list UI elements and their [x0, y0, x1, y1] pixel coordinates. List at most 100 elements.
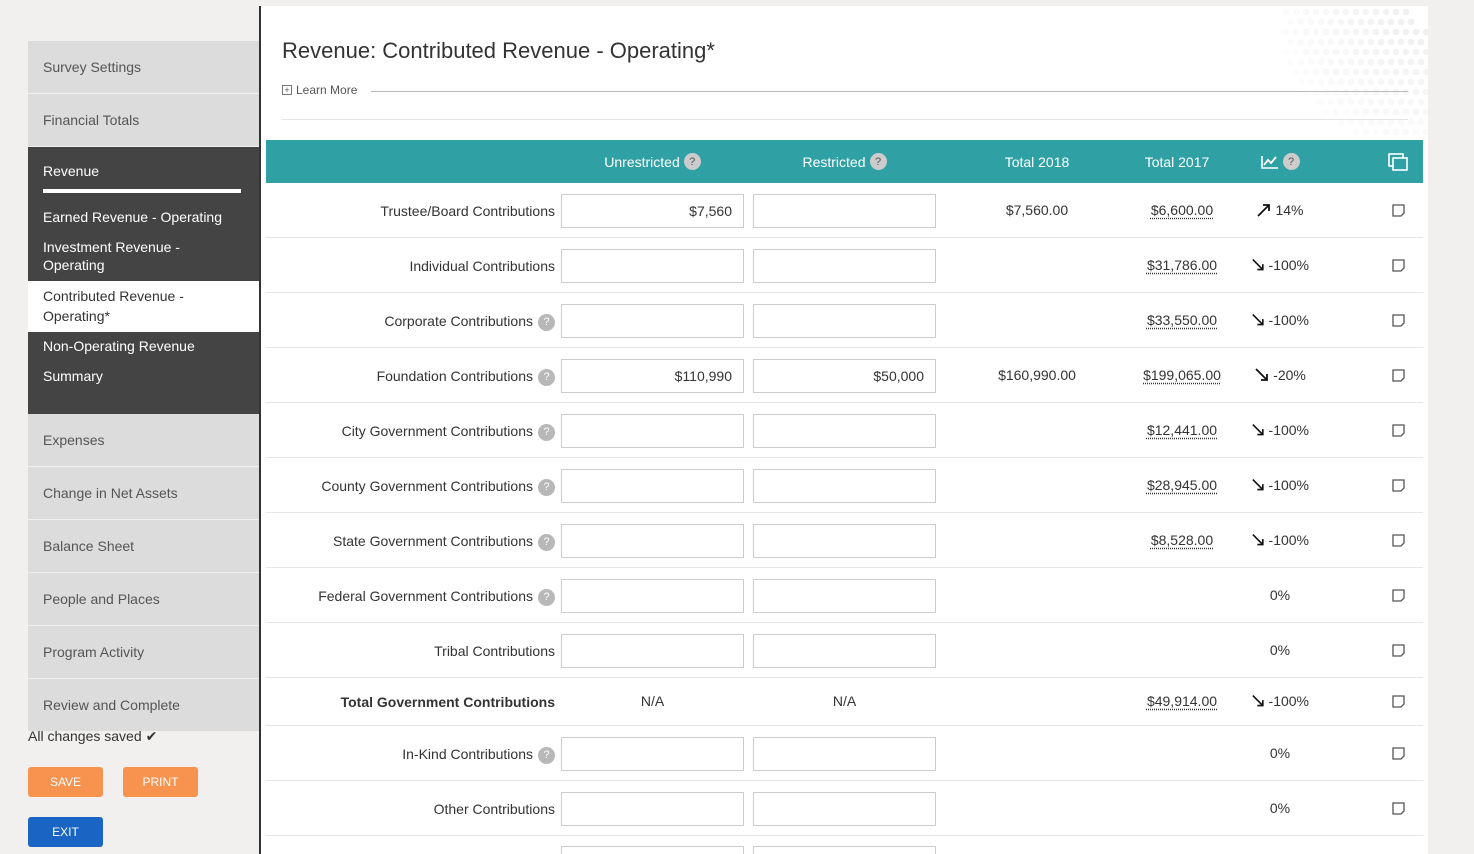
- sidebar-subitem[interactable]: Investment Revenue - Operating: [28, 233, 260, 281]
- sidebar-item[interactable]: Expenses: [28, 414, 260, 467]
- sidebar-item[interactable]: Survey Settings: [28, 41, 260, 94]
- sidebar-subitem[interactable]: Earned Revenue - Operating: [28, 203, 260, 233]
- total-2017-value[interactable]: $12,441.00: [1111, 422, 1253, 438]
- unrestricted-input[interactable]: $110,990: [561, 359, 744, 393]
- row-label-text: Federal Government Contributions: [318, 588, 533, 604]
- sidebar-subitem[interactable]: Non-Operating Revenue: [28, 332, 260, 362]
- save-button[interactable]: SAVE: [28, 767, 103, 797]
- sidebar-item[interactable]: People and Places: [28, 573, 260, 626]
- restricted-input[interactable]: [753, 579, 936, 613]
- total-2017-value[interactable]: $31,786.00: [1111, 257, 1253, 273]
- help-icon[interactable]: ?: [1282, 153, 1300, 170]
- note-checkbox-icon[interactable]: [1392, 695, 1405, 708]
- note-checkbox-icon[interactable]: [1392, 644, 1405, 657]
- restricted-input[interactable]: [753, 737, 936, 771]
- exit-button[interactable]: EXIT: [28, 817, 103, 847]
- unrestricted-input[interactable]: [561, 846, 744, 854]
- restricted-input[interactable]: [753, 249, 936, 283]
- restricted-input[interactable]: [753, 792, 936, 826]
- table-row: Foundation Contributions ? $110,990 $50,0…: [266, 348, 1423, 403]
- note-checkbox-icon[interactable]: [1392, 424, 1405, 437]
- row-label: In-Kind Contributions ?: [402, 744, 555, 764]
- row-label-text: Individual Contributions: [409, 258, 555, 274]
- restricted-input[interactable]: [753, 414, 936, 448]
- total-2017-value[interactable]: $28,945.00: [1111, 477, 1253, 493]
- trend-cell: 0%: [1251, 800, 1309, 816]
- unrestricted-input[interactable]: [561, 469, 744, 503]
- title-divider: [282, 119, 1408, 120]
- trend-down-icon: [1252, 694, 1264, 707]
- row-label: Tribal Contributions: [434, 641, 555, 661]
- learn-more-label: Learn More: [296, 83, 358, 97]
- row-label-text: Foundation Contributions: [376, 368, 533, 384]
- restricted-input[interactable]: [753, 469, 936, 503]
- help-icon[interactable]: ?: [683, 153, 701, 170]
- unrestricted-input[interactable]: [561, 249, 744, 283]
- help-icon[interactable]: ?: [538, 423, 555, 441]
- help-icon[interactable]: ?: [538, 313, 555, 331]
- note-checkbox-icon[interactable]: [1392, 369, 1405, 382]
- unrestricted-value: N/A: [640, 693, 665, 709]
- learn-more-link[interactable]: + Learn More: [282, 83, 357, 97]
- sidebar-subitem[interactable]: Summary: [28, 362, 260, 392]
- restricted-input[interactable]: [753, 846, 936, 854]
- restricted-input[interactable]: [753, 304, 936, 338]
- row-label-text: In-Kind Contributions: [402, 746, 533, 762]
- sidebar-item[interactable]: Financial Totals: [28, 94, 260, 147]
- sidebar-item[interactable]: Program Activity: [28, 626, 260, 679]
- note-checkbox-icon[interactable]: [1392, 314, 1405, 327]
- help-icon[interactable]: ?: [538, 478, 555, 496]
- trend-percent: 0%: [1269, 745, 1291, 761]
- expand-icon: +: [282, 85, 292, 95]
- unrestricted-input[interactable]: [561, 304, 744, 338]
- table-row: Tribal Contributions 0%: [266, 623, 1423, 678]
- unrestricted-input[interactable]: [561, 414, 744, 448]
- unrestricted-input[interactable]: $7,560: [561, 194, 744, 228]
- sidebar-item-revenue[interactable]: Revenue: [28, 147, 260, 189]
- print-button[interactable]: PRINT: [123, 767, 198, 797]
- restricted-input[interactable]: $50,000: [753, 359, 936, 393]
- total-2017-value[interactable]: $199,065.00: [1111, 367, 1253, 383]
- sidebar-item[interactable]: Change in Net Assets: [28, 467, 260, 520]
- trend-down-icon: [1252, 478, 1264, 491]
- table-row: State Government Contributions ? $8,528.…: [266, 513, 1423, 568]
- note-checkbox-icon[interactable]: [1392, 534, 1405, 547]
- note-checkbox-icon[interactable]: [1392, 589, 1405, 602]
- trend-up-icon: [1257, 204, 1271, 217]
- row-label: Trustee/Board Contributions: [380, 201, 555, 221]
- check-icon: ✔: [145, 728, 158, 744]
- help-icon[interactable]: ?: [869, 153, 887, 170]
- row-label: State Government Contributions ?: [333, 531, 555, 551]
- sidebar-item[interactable]: Review and Complete: [28, 679, 260, 732]
- note-checkbox-icon[interactable]: [1392, 259, 1405, 272]
- trend-cell: -100%: [1251, 422, 1309, 438]
- header-total-2018: Total 2018: [1004, 153, 1070, 170]
- total-2017-value[interactable]: $33,550.00: [1111, 312, 1253, 328]
- sidebar-subitem[interactable]: Contributed Revenue - Operating*: [28, 281, 260, 332]
- unrestricted-input[interactable]: [561, 634, 744, 668]
- help-icon[interactable]: ?: [538, 746, 555, 764]
- unrestricted-input[interactable]: [561, 579, 744, 613]
- total-2017-value[interactable]: $6,600.00: [1111, 202, 1253, 218]
- note-checkbox-icon[interactable]: [1392, 802, 1405, 815]
- unrestricted-input[interactable]: [561, 524, 744, 558]
- row-label-text: State Government Contributions: [333, 533, 533, 549]
- trend-cell: 0%: [1251, 587, 1309, 603]
- restricted-input[interactable]: [753, 524, 936, 558]
- note-checkbox-icon[interactable]: [1392, 747, 1405, 760]
- sidebar-item[interactable]: Balance Sheet: [28, 520, 260, 573]
- total-2017-value[interactable]: $8,528.00: [1111, 532, 1253, 548]
- restricted-input[interactable]: [753, 634, 936, 668]
- unrestricted-input[interactable]: [561, 737, 744, 771]
- help-icon[interactable]: ?: [538, 588, 555, 606]
- unrestricted-input[interactable]: [561, 792, 744, 826]
- restricted-input[interactable]: [753, 194, 936, 228]
- note-checkbox-icon[interactable]: [1392, 479, 1405, 492]
- note-checkbox-icon[interactable]: [1392, 204, 1405, 217]
- row-label-text: Other Contributions: [433, 801, 555, 817]
- help-icon[interactable]: ?: [538, 368, 555, 386]
- total-2017-value[interactable]: $49,914.00: [1111, 693, 1253, 709]
- header-copy[interactable]: [1386, 140, 1410, 183]
- trend-down-icon: [1252, 313, 1264, 326]
- help-icon[interactable]: ?: [538, 533, 555, 551]
